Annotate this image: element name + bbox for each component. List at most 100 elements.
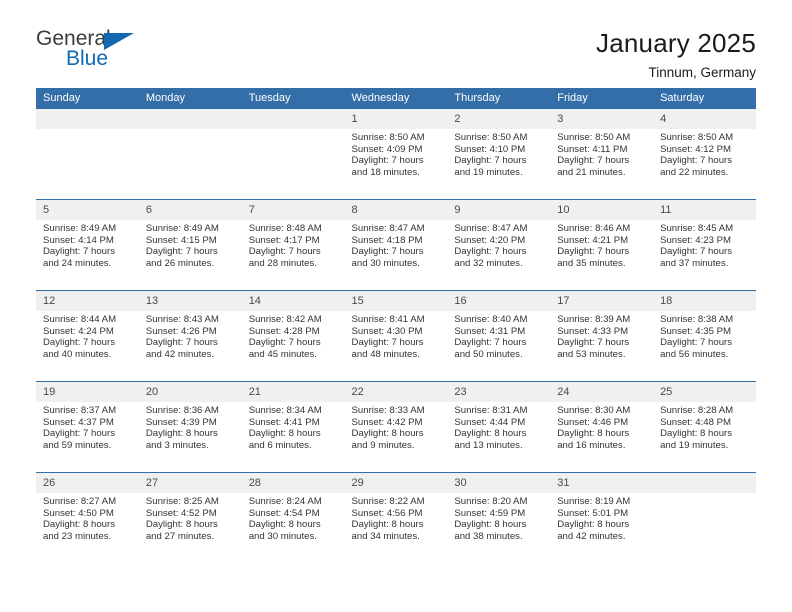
weekday-header-monday: Monday <box>138 88 242 109</box>
daylight-text-line1: Daylight: 7 hours <box>351 337 424 349</box>
day-sun-info: Sunrise: 8:19 AM Sunset: 5:01 PM Daylight:… <box>550 493 653 543</box>
day-number: 22 <box>344 382 448 402</box>
day-number: 14 <box>241 291 345 311</box>
calendar-day-cell[interactable]: 21 Sunrise: 8:34 AM Sunset: 4:41 PM Dayligh… <box>241 381 345 473</box>
calendar-day-cell[interactable]: 3 Sunrise: 8:50 AM Sunset: 4:11 PM Daylight… <box>550 109 654 200</box>
day-sun-info: Sunrise: 8:20 AM Sunset: 4:59 PM Daylight:… <box>447 493 550 543</box>
calendar-day-cell[interactable]: 13 Sunrise: 8:43 AM Sunset: 4:26 PM Dayligh… <box>138 290 242 382</box>
weekday-header-sunday: Sunday <box>36 88 139 109</box>
daylight-text-line1: Daylight: 8 hours <box>557 428 630 440</box>
calendar-day-cell[interactable]: 16 Sunrise: 8:40 AM Sunset: 4:31 PM Dayligh… <box>447 290 551 382</box>
calendar-day-cell[interactable]: 27 Sunrise: 8:25 AM Sunset: 4:52 PM Dayligh… <box>138 472 242 563</box>
calendar-day-cell[interactable]: 6 Sunrise: 8:49 AM Sunset: 4:15 PM Daylight… <box>138 199 242 291</box>
calendar-day-cell-inner: 2 Sunrise: 8:50 AM Sunset: 4:10 PM Daylight… <box>447 109 551 199</box>
sunrise-text: Sunrise: 8:39 AM <box>557 314 631 325</box>
sunset-text: Sunset: 4:44 PM <box>454 416 526 428</box>
day-sun-info: Sunrise: 8:47 AM Sunset: 4:20 PM Daylight:… <box>447 220 550 270</box>
sunrise-text: Sunrise: 8:31 AM <box>454 405 528 416</box>
daylight-text-line1: Daylight: 7 hours <box>43 246 115 258</box>
calendar-day-cell[interactable]: 1 Sunrise: 8:50 AM Sunset: 4:09 PM Daylight… <box>344 109 448 200</box>
calendar-day-cell[interactable]: 8 Sunrise: 8:47 AM Sunset: 4:18 PM Daylight… <box>344 199 448 291</box>
day-number: 4 <box>653 109 756 129</box>
calendar-day-cell[interactable]: 25 Sunrise: 8:28 AM Sunset: 4:48 PM Dayligh… <box>653 381 756 473</box>
calendar-week-row: 19 Sunrise: 8:37 AM Sunset: 4:37 PM Dayligh… <box>36 381 756 473</box>
calendar-day-cell-empty <box>241 109 345 199</box>
calendar-day-cell[interactable] <box>36 109 139 200</box>
calendar-day-cell[interactable]: 9 Sunrise: 8:47 AM Sunset: 4:20 PM Daylight… <box>447 199 551 291</box>
daylight-text-line2: and 59 minutes. <box>43 440 112 452</box>
day-number <box>653 473 756 493</box>
calendar-day-cell-inner: 30 Sunrise: 8:20 AM Sunset: 4:59 PM Dayligh… <box>447 473 551 563</box>
day-sun-info: Sunrise: 8:28 AM Sunset: 4:48 PM Daylight:… <box>653 402 756 452</box>
weekday-header-tuesday: Tuesday <box>241 88 345 109</box>
brand-logo[interactable]: General Blue <box>36 28 156 74</box>
calendar-day-cell-empty <box>138 109 242 199</box>
calendar-day-cell[interactable]: 20 Sunrise: 8:36 AM Sunset: 4:39 PM Dayligh… <box>138 381 242 473</box>
daylight-text-line2: and 50 minutes. <box>454 349 523 361</box>
sunset-text: Sunset: 4:24 PM <box>43 325 114 337</box>
daylight-text-line2: and 42 minutes. <box>145 349 215 361</box>
daylight-text-line2: and 28 minutes. <box>248 258 317 270</box>
sunset-text: Sunset: 4:35 PM <box>660 325 731 337</box>
weekday-header-row: Sunday Monday Tuesday Wednesday Thursday… <box>36 88 756 109</box>
calendar-day-cell[interactable]: 31 Sunrise: 8:19 AM Sunset: 5:01 PM Dayligh… <box>550 472 654 563</box>
calendar-week-row: 5 Sunrise: 8:49 AM Sunset: 4:14 PM Daylight… <box>36 199 756 291</box>
sunset-text: Sunset: 4:23 PM <box>660 234 731 246</box>
calendar-day-cell[interactable]: 30 Sunrise: 8:20 AM Sunset: 4:59 PM Dayligh… <box>447 472 551 563</box>
calendar-day-cell[interactable]: 5 Sunrise: 8:49 AM Sunset: 4:14 PM Daylight… <box>36 199 139 291</box>
day-number: 19 <box>36 382 139 402</box>
calendar-day-cell[interactable]: 12 Sunrise: 8:44 AM Sunset: 4:24 PM Dayligh… <box>36 290 139 382</box>
calendar-day-cell[interactable]: 14 Sunrise: 8:42 AM Sunset: 4:28 PM Dayligh… <box>241 290 345 382</box>
calendar-day-cell-inner: 15 Sunrise: 8:41 AM Sunset: 4:30 PM Dayligh… <box>344 291 448 381</box>
daylight-text-line2: and 18 minutes. <box>351 167 420 179</box>
calendar-day-cell-inner: 21 Sunrise: 8:34 AM Sunset: 4:41 PM Dayligh… <box>241 382 345 472</box>
calendar-day-cell-inner: 20 Sunrise: 8:36 AM Sunset: 4:39 PM Dayligh… <box>138 382 242 472</box>
sunrise-text: Sunrise: 8:49 AM <box>43 223 117 234</box>
day-sun-info: Sunrise: 8:38 AM Sunset: 4:35 PM Daylight:… <box>653 311 756 361</box>
sunset-text: Sunset: 4:28 PM <box>248 325 320 337</box>
daylight-text-line2: and 24 minutes. <box>43 258 112 270</box>
daylight-text-line2: and 21 minutes. <box>557 167 626 179</box>
calendar-day-cell-inner: 1 Sunrise: 8:50 AM Sunset: 4:09 PM Daylight… <box>344 109 448 199</box>
calendar-day-cell[interactable]: 2 Sunrise: 8:50 AM Sunset: 4:10 PM Daylight… <box>447 109 551 200</box>
calendar-day-cell[interactable] <box>241 109 345 200</box>
calendar-day-cell[interactable]: 4 Sunrise: 8:50 AM Sunset: 4:12 PM Daylight… <box>653 109 756 200</box>
calendar-day-cell[interactable]: 7 Sunrise: 8:48 AM Sunset: 4:17 PM Daylight… <box>241 199 345 291</box>
calendar-day-cell[interactable]: 17 Sunrise: 8:39 AM Sunset: 4:33 PM Dayligh… <box>550 290 654 382</box>
calendar-day-cell[interactable]: 19 Sunrise: 8:37 AM Sunset: 4:37 PM Dayligh… <box>36 381 139 473</box>
daylight-text-line2: and 19 minutes. <box>454 167 523 179</box>
calendar-day-cell[interactable]: 18 Sunrise: 8:38 AM Sunset: 4:35 PM Dayligh… <box>653 290 756 382</box>
calendar-day-cell[interactable]: 26 Sunrise: 8:27 AM Sunset: 4:50 PM Dayligh… <box>36 472 139 563</box>
calendar-day-cell-inner: 11 Sunrise: 8:45 AM Sunset: 4:23 PM Dayligh… <box>653 200 756 290</box>
daylight-text-line2: and 40 minutes. <box>43 349 112 361</box>
day-number: 7 <box>241 200 345 220</box>
calendar-day-cell-inner: 19 Sunrise: 8:37 AM Sunset: 4:37 PM Dayligh… <box>36 382 139 472</box>
sunset-text: Sunset: 4:41 PM <box>248 416 320 428</box>
sunset-text: Sunset: 4:56 PM <box>351 507 423 519</box>
daylight-text-line1: Daylight: 8 hours <box>351 428 424 440</box>
calendar-day-cell[interactable]: 24 Sunrise: 8:30 AM Sunset: 4:46 PM Dayligh… <box>550 381 654 473</box>
calendar-day-cell[interactable]: 28 Sunrise: 8:24 AM Sunset: 4:54 PM Dayligh… <box>241 472 345 563</box>
calendar-day-cell[interactable]: 22 Sunrise: 8:33 AM Sunset: 4:42 PM Dayligh… <box>344 381 448 473</box>
calendar-day-cell[interactable]: 15 Sunrise: 8:41 AM Sunset: 4:30 PM Dayligh… <box>344 290 448 382</box>
day-number: 12 <box>36 291 139 311</box>
daylight-text-line2: and 23 minutes. <box>43 531 112 543</box>
sunrise-text: Sunrise: 8:43 AM <box>145 314 219 325</box>
sunset-text: Sunset: 4:39 PM <box>145 416 217 428</box>
daylight-text-line2: and 34 minutes. <box>351 531 420 543</box>
day-sun-info: Sunrise: 8:42 AM Sunset: 4:28 PM Daylight:… <box>242 311 345 361</box>
calendar-day-cell[interactable] <box>138 109 242 200</box>
calendar-day-cell-inner: 10 Sunrise: 8:46 AM Sunset: 4:21 PM Dayligh… <box>550 200 654 290</box>
calendar-day-cell[interactable] <box>653 472 756 563</box>
calendar-day-cell[interactable]: 10 Sunrise: 8:46 AM Sunset: 4:21 PM Dayligh… <box>550 199 654 291</box>
calendar-day-cell[interactable]: 11 Sunrise: 8:45 AM Sunset: 4:23 PM Dayligh… <box>653 199 756 291</box>
calendar-day-cell[interactable]: 23 Sunrise: 8:31 AM Sunset: 4:44 PM Dayligh… <box>447 381 551 473</box>
calendar-day-cell-inner: 26 Sunrise: 8:27 AM Sunset: 4:50 PM Dayligh… <box>36 473 139 563</box>
daylight-text-line1: Daylight: 7 hours <box>145 337 218 349</box>
calendar-day-cell-inner: 18 Sunrise: 8:38 AM Sunset: 4:35 PM Dayligh… <box>653 291 756 381</box>
calendar-day-cell[interactable]: 29 Sunrise: 8:22 AM Sunset: 4:56 PM Dayligh… <box>344 472 448 563</box>
daylight-text-line2: and 48 minutes. <box>351 349 420 361</box>
daylight-text-line2: and 37 minutes. <box>660 258 729 270</box>
brand-name-general: General <box>36 27 111 50</box>
daylight-text-line2: and 42 minutes. <box>557 531 626 543</box>
